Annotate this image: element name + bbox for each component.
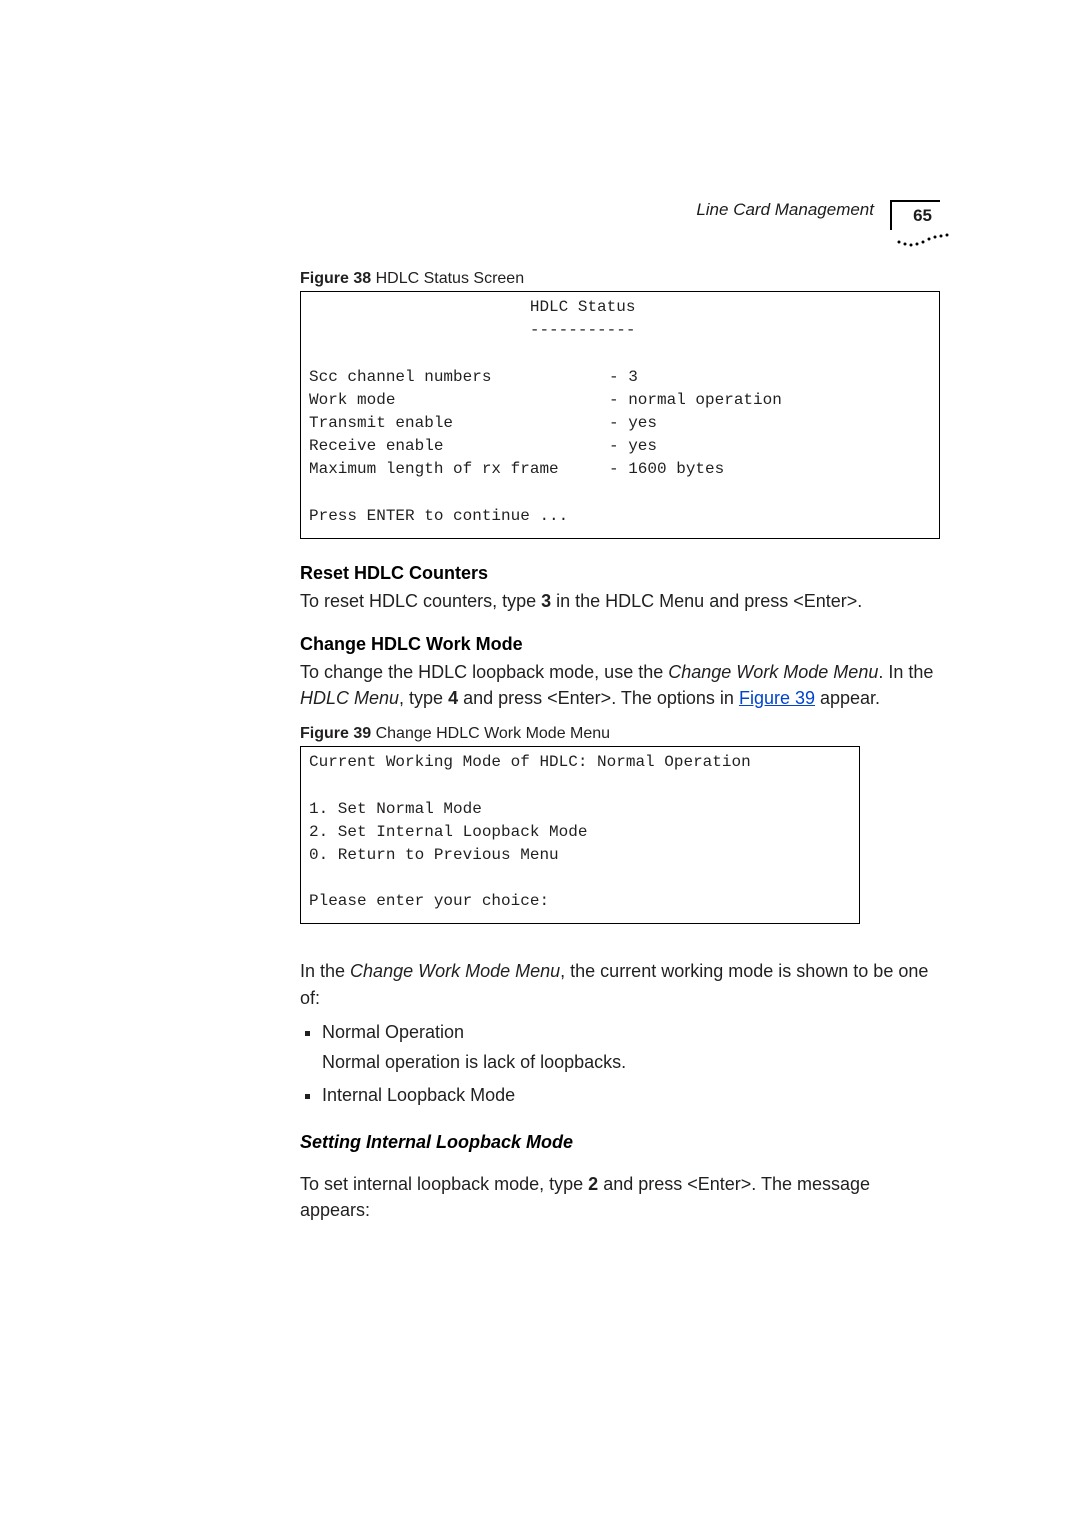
figure-39-caption: Figure 39 Change HDLC Work Mode Menu — [300, 725, 940, 743]
setting-internal-paragraph: To set internal loopback mode, type 2 an… — [300, 1171, 940, 1223]
list-item: Internal Loopback Mode — [322, 1082, 940, 1110]
figure-38-box: HDLC Status ----------- Scc channel numb… — [300, 291, 940, 539]
f38-row4-r: - yes — [609, 435, 657, 458]
f39-line5: Please enter your choice: — [309, 892, 549, 910]
f38-row1-l: Scc channel numbers — [309, 366, 609, 389]
page-number-box: 65 — [890, 200, 940, 230]
setting-internal-heading: Setting Internal Loopback Mode — [300, 1132, 940, 1153]
figure-38-caption-rest: HDLC Status Screen — [371, 270, 524, 287]
f39-line3: 2. Set Internal Loopback Mode — [309, 823, 587, 841]
f38-row5-l: Maximum length of rx frame — [309, 458, 609, 481]
f38-row4-l: Receive enable — [309, 435, 609, 458]
mode-list: Normal Operation Normal operation is lac… — [300, 1019, 940, 1111]
reset-para-post: in the HDLC Menu and press <Enter>. — [551, 591, 862, 611]
bullet-normal-subline: Normal operation is lack of loopbacks. — [322, 1049, 940, 1077]
figure-39-link[interactable]: Figure 39 — [739, 688, 815, 708]
af39-pre: In the — [300, 961, 350, 981]
bullet-internal-loopback: Internal Loopback Mode — [322, 1085, 515, 1105]
f38-row5-r: - 1600 bytes — [609, 458, 724, 481]
cwm-ital2: HDLC Menu — [300, 688, 399, 708]
figure-38-caption-bold: Figure 38 — [300, 270, 371, 287]
f38-row2-r: - normal operation — [609, 389, 782, 412]
figure-39-caption-rest: Change HDLC Work Mode Menu — [371, 725, 610, 742]
f38-line1: HDLC Status — [309, 298, 635, 316]
f38-row3-l: Transmit enable — [309, 412, 609, 435]
f38-press: Press ENTER to continue ... — [309, 507, 568, 525]
list-item: Normal Operation Normal operation is lac… — [322, 1019, 940, 1077]
page-number: 65 — [913, 206, 932, 225]
sil-pre: To set internal loopback mode, type — [300, 1174, 588, 1194]
cwm-ital1: Change Work Mode Menu — [668, 662, 878, 682]
dots-decoration-icon — [896, 230, 952, 248]
af39-ital: Change Work Mode Menu — [350, 961, 560, 981]
f38-row3-r: - yes — [609, 412, 657, 435]
change-work-mode-heading: Change HDLC Work Mode — [300, 634, 940, 655]
running-header: Line Card Management 65 — [300, 200, 940, 230]
figure-39-box: Current Working Mode of HDLC: Normal Ope… — [300, 746, 860, 924]
cwm-bold: 4 — [448, 688, 458, 708]
reset-hdlc-paragraph: To reset HDLC counters, type 3 in the HD… — [300, 588, 940, 614]
f39-line4: 0. Return to Previous Menu — [309, 846, 559, 864]
page: Line Card Management 65 Figure 38 HDLC S… — [0, 0, 1080, 1528]
header-section-title: Line Card Management — [696, 200, 874, 220]
f38-row2-l: Work mode — [309, 389, 609, 412]
reset-para-bold: 3 — [541, 591, 551, 611]
reset-para-pre: To reset HDLC counters, type — [300, 591, 541, 611]
bullet-normal-operation: Normal Operation — [322, 1022, 464, 1042]
f39-line2: 1. Set Normal Mode — [309, 800, 482, 818]
cwm-mid: , type — [399, 688, 448, 708]
figure-39-caption-bold: Figure 39 — [300, 725, 371, 742]
change-work-mode-paragraph: To change the HDLC loopback mode, use th… — [300, 659, 940, 711]
reset-hdlc-heading: Reset HDLC Counters — [300, 563, 940, 584]
f38-row1-r: - 3 — [609, 366, 638, 389]
cwm-post: . In the — [878, 662, 933, 682]
sil-bold: 2 — [588, 1174, 598, 1194]
figure-38-caption: Figure 38 HDLC Status Screen — [300, 270, 940, 288]
cwm-end: appear. — [815, 688, 880, 708]
f39-line1: Current Working Mode of HDLC: Normal Ope… — [309, 753, 751, 771]
after-fig39-paragraph: In the Change Work Mode Menu, the curren… — [300, 958, 940, 1010]
f38-line2: ----------- — [309, 321, 635, 339]
cwm-pre: To change the HDLC loopback mode, use th… — [300, 662, 668, 682]
cwm-after: and press <Enter>. The options in — [458, 688, 739, 708]
